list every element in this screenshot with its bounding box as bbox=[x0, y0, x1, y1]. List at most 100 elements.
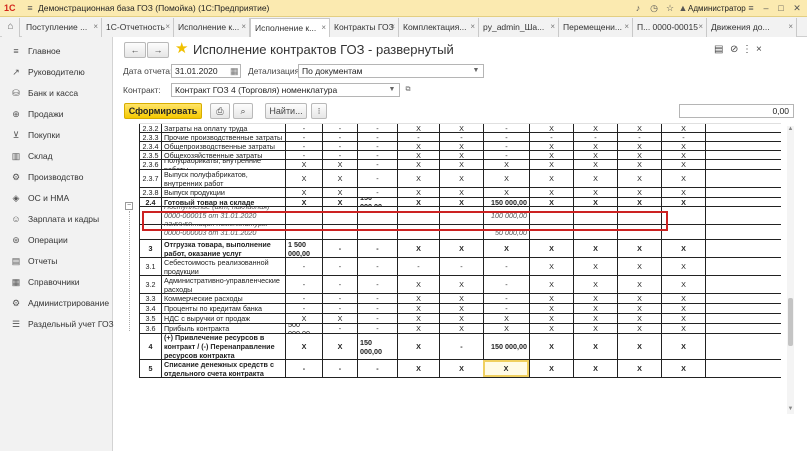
value-cell[interactable]: X bbox=[661, 360, 705, 377]
value-cell[interactable]: X bbox=[573, 198, 617, 206]
value-cell[interactable]: 150 000,00 bbox=[483, 198, 529, 206]
row-name-cell[interactable]: (+) Привлечение ресурсов в контракт / (-… bbox=[161, 334, 285, 359]
value-cell[interactable]: X bbox=[573, 324, 617, 333]
row-number-cell[interactable]: 2.3.4 bbox=[139, 142, 161, 150]
tab-5[interactable]: Комплектация... × bbox=[399, 18, 479, 37]
value-cell[interactable]: - bbox=[397, 133, 439, 141]
value-cell[interactable]: - bbox=[357, 276, 397, 293]
tab-0[interactable]: Поступление ... × bbox=[22, 18, 102, 37]
value-cell[interactable]: X bbox=[529, 170, 573, 187]
value-cell[interactable]: - bbox=[483, 258, 529, 275]
value-cell[interactable]: 150 000,00 bbox=[357, 198, 397, 206]
close-icon[interactable]: × bbox=[390, 18, 395, 36]
value-cell[interactable]: - bbox=[322, 304, 357, 313]
value-cell[interactable]: X bbox=[661, 304, 705, 313]
tab-9[interactable]: Движения до... × bbox=[707, 18, 797, 37]
value-cell[interactable]: - bbox=[322, 324, 357, 333]
row-number-cell[interactable]: 3.5 bbox=[139, 314, 161, 323]
value-cell[interactable]: X bbox=[439, 304, 483, 313]
value-cell[interactable] bbox=[705, 124, 737, 132]
value-cell[interactable]: X bbox=[439, 294, 483, 303]
value-cell[interactable]: - bbox=[322, 360, 357, 377]
value-cell[interactable]: X bbox=[322, 170, 357, 187]
value-cell[interactable]: X bbox=[529, 142, 573, 150]
sidebar-item[interactable]: ⊻ Покупки bbox=[0, 125, 113, 145]
close-icon[interactable]: × bbox=[93, 18, 98, 36]
value-cell[interactable]: - bbox=[322, 151, 357, 159]
sidebar-item[interactable]: ≡ Главное bbox=[0, 41, 113, 61]
scroll-up-icon[interactable]: ▲ bbox=[787, 126, 794, 132]
value-cell[interactable]: X bbox=[529, 276, 573, 293]
value-cell[interactable]: 1 500 000,00 bbox=[285, 240, 322, 257]
find-button[interactable]: Найти... bbox=[265, 103, 307, 119]
value-cell[interactable]: X bbox=[439, 360, 483, 377]
value-cell[interactable] bbox=[705, 160, 737, 169]
value-cell[interactable] bbox=[705, 324, 737, 333]
value-cell[interactable]: X bbox=[439, 170, 483, 187]
value-cell[interactable]: X bbox=[483, 360, 529, 377]
value-cell[interactable]: X bbox=[483, 160, 529, 169]
preview-icon[interactable]: ⌕ bbox=[233, 103, 253, 119]
row-name-cell[interactable]: Общепроизводственные затраты bbox=[161, 142, 285, 150]
row-name-cell[interactable]: Административно-управленческие расходы bbox=[161, 276, 285, 293]
link-icon[interactable]: ⊘ bbox=[730, 43, 738, 57]
value-cell[interactable]: X bbox=[397, 324, 439, 333]
close-icon[interactable]: × bbox=[470, 18, 475, 36]
value-cell[interactable]: X bbox=[661, 324, 705, 333]
close-icon[interactable]: ✕ bbox=[791, 3, 803, 14]
value-cell[interactable] bbox=[705, 170, 737, 187]
value-cell[interactable]: X bbox=[573, 151, 617, 159]
scroll-thumb[interactable] bbox=[788, 298, 793, 346]
row-number-cell[interactable]: 5 bbox=[139, 360, 161, 377]
value-cell[interactable]: X bbox=[439, 240, 483, 257]
value-cell[interactable]: - bbox=[285, 294, 322, 303]
value-cell[interactable]: - bbox=[357, 324, 397, 333]
value-cell[interactable]: - bbox=[357, 360, 397, 377]
value-cell[interactable]: X bbox=[322, 334, 357, 359]
value-cell[interactable]: X bbox=[661, 124, 705, 132]
value-cell[interactable]: - bbox=[617, 133, 661, 141]
value-cell[interactable]: X bbox=[661, 160, 705, 169]
value-cell[interactable]: X bbox=[483, 314, 529, 323]
value-cell[interactable]: - bbox=[357, 133, 397, 141]
value-cell[interactable]: X bbox=[483, 188, 529, 197]
value-cell[interactable]: X bbox=[617, 276, 661, 293]
value-cell[interactable]: X bbox=[661, 151, 705, 159]
value-cell[interactable] bbox=[705, 294, 737, 303]
value-cell[interactable]: - bbox=[397, 258, 439, 275]
settings-icon[interactable]: ≡ bbox=[746, 3, 756, 14]
value-cell[interactable]: X bbox=[529, 151, 573, 159]
value-cell[interactable]: - bbox=[285, 258, 322, 275]
menu-icon[interactable]: ≡ bbox=[24, 3, 36, 14]
home-tab-icon[interactable]: ⌂ bbox=[2, 18, 20, 37]
row-name-cell[interactable]: Отгрузка товара, выполнение работ, оказа… bbox=[161, 240, 285, 257]
row-number-cell[interactable]: 3.4 bbox=[139, 304, 161, 313]
value-cell[interactable]: X bbox=[439, 151, 483, 159]
value-cell[interactable]: X bbox=[617, 160, 661, 169]
find-settings-icon[interactable]: ⁝ bbox=[311, 103, 327, 119]
value-cell[interactable]: - bbox=[322, 276, 357, 293]
sidebar-item[interactable]: ☺ Зарплата и кадры bbox=[0, 209, 113, 229]
value-cell[interactable]: X bbox=[617, 324, 661, 333]
value-cell[interactable]: - bbox=[322, 240, 357, 257]
collapse-group-icon[interactable]: − bbox=[125, 202, 133, 210]
value-cell[interactable]: X bbox=[529, 304, 573, 313]
sidebar-item[interactable]: ⊕ Продажи bbox=[0, 104, 113, 124]
value-cell[interactable] bbox=[705, 225, 737, 239]
row-name-cell[interactable]: Затраты на оплату труда bbox=[161, 124, 285, 132]
vertical-scrollbar[interactable]: ▲ ▼ bbox=[787, 126, 794, 414]
value-cell[interactable]: - bbox=[483, 276, 529, 293]
row-number-cell[interactable]: 2.3.2 bbox=[139, 124, 161, 132]
forward-button[interactable]: → bbox=[147, 42, 169, 58]
value-cell[interactable]: X bbox=[661, 198, 705, 206]
value-cell[interactable] bbox=[705, 314, 737, 323]
value-cell[interactable]: X bbox=[661, 334, 705, 359]
value-cell[interactable]: X bbox=[397, 304, 439, 313]
chevron-down-icon[interactable]: ▼ bbox=[470, 65, 482, 77]
value-cell[interactable]: - bbox=[285, 142, 322, 150]
detail-select[interactable]: По документам bbox=[298, 64, 484, 78]
amount-field[interactable]: 0,00 bbox=[679, 104, 794, 118]
close-icon[interactable]: × bbox=[321, 19, 326, 37]
value-cell[interactable] bbox=[705, 240, 737, 257]
value-cell[interactable]: - bbox=[322, 258, 357, 275]
